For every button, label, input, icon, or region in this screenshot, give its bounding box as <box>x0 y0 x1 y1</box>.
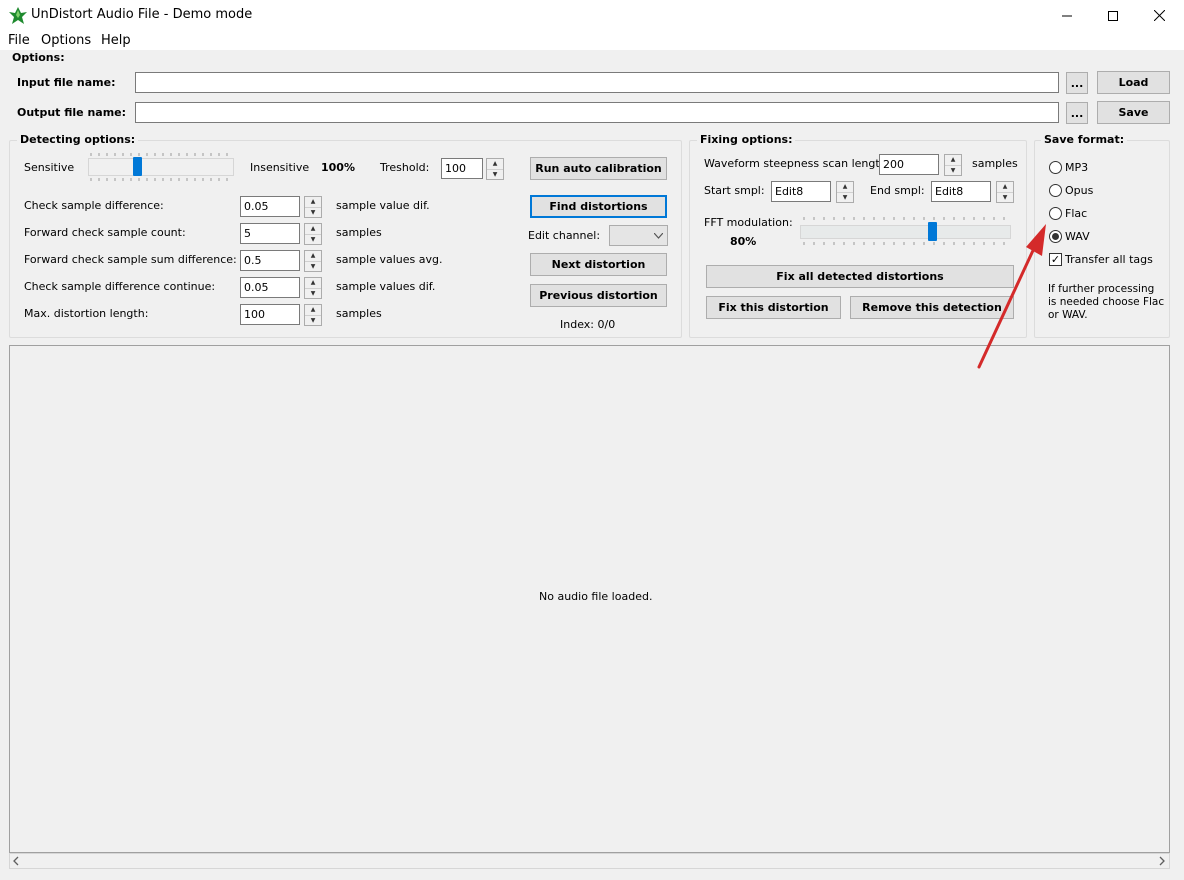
input-file-field[interactable] <box>135 72 1059 93</box>
next-distortion-button[interactable]: Next distortion <box>530 253 667 276</box>
transfer-tags-label: Transfer all tags <box>1065 253 1153 266</box>
max-length-unit: samples <box>336 307 382 320</box>
radio-mp3-label: MP3 <box>1065 161 1089 174</box>
maximize-button[interactable] <box>1090 0 1136 31</box>
check-continue-field[interactable] <box>240 277 300 298</box>
horizontal-scrollbar[interactable] <box>9 853 1170 869</box>
input-browse-button[interactable]: ... <box>1066 72 1088 94</box>
save-format-title: Save format: <box>1041 133 1128 146</box>
menu-file[interactable]: File <box>8 33 30 48</box>
find-distortions-button[interactable]: Find distortions <box>530 195 667 218</box>
minimize-button[interactable] <box>1044 0 1090 31</box>
scroll-left-icon[interactable] <box>12 856 22 866</box>
scroll-right-icon[interactable] <box>1157 856 1167 866</box>
radio-wav[interactable] <box>1049 230 1062 243</box>
edit-channel-dropdown[interactable] <box>609 225 668 246</box>
app-logo-icon <box>9 7 27 24</box>
start-smpl-spinner[interactable]: ▲ ▼ <box>836 181 854 203</box>
format-note-line-3: or WAV. <box>1048 309 1088 321</box>
index-label: Index: 0/0 <box>560 318 616 331</box>
check-continue-spinner[interactable]: ▲ ▼ <box>304 277 322 299</box>
radio-flac-label: Flac <box>1065 207 1088 220</box>
radio-opus[interactable] <box>1049 184 1062 197</box>
output-browse-button[interactable]: ... <box>1066 102 1088 124</box>
scan-length-unit: samples <box>972 157 1018 170</box>
sensitive-label: Sensitive <box>24 161 75 174</box>
fix-all-button[interactable]: Fix all detected distortions <box>706 265 1014 288</box>
forward-count-label: Forward check sample count: <box>24 226 186 239</box>
max-length-label: Max. distortion length: <box>24 307 149 320</box>
radio-flac[interactable] <box>1049 207 1062 220</box>
radio-opus-label: Opus <box>1065 184 1094 197</box>
check-sample-diff-spinner[interactable]: ▲ ▼ <box>304 196 322 218</box>
input-file-label: Input file name: <box>17 76 116 89</box>
format-note-line-1: If further processing <box>1048 283 1155 295</box>
max-length-spinner[interactable]: ▲ ▼ <box>304 304 322 326</box>
chevron-down-icon <box>654 233 663 239</box>
check-continue-unit: sample values dif. <box>336 280 436 293</box>
window-title: UnDistort Audio File - Demo mode <box>31 7 253 22</box>
format-note-line-2: is needed choose Flac <box>1048 296 1165 308</box>
end-smpl-label: End smpl: <box>870 184 925 197</box>
annotation-arrow-icon <box>977 224 1046 369</box>
treshold-field[interactable] <box>441 158 483 179</box>
radio-wav-label: WAV <box>1065 230 1090 243</box>
check-sample-diff-unit: sample value dif. <box>336 199 430 212</box>
sensitivity-slider-thumb[interactable] <box>133 157 142 176</box>
end-smpl-spinner[interactable]: ▲ ▼ <box>996 181 1014 203</box>
close-button[interactable] <box>1136 0 1182 31</box>
transfer-tags-checkbox[interactable]: ✓ <box>1049 253 1062 266</box>
sensitivity-slider-track <box>88 158 234 176</box>
menu-options[interactable]: Options <box>41 33 91 48</box>
treshold-label: Treshold: <box>380 161 430 174</box>
forward-count-field[interactable] <box>240 223 300 244</box>
previous-distortion-button[interactable]: Previous distortion <box>530 284 667 307</box>
fft-modulation-label: FFT modulation: <box>704 216 793 229</box>
save-button[interactable]: Save <box>1097 101 1170 124</box>
maximize-icon <box>1108 10 1118 21</box>
edit-channel-label: Edit channel: <box>528 229 601 242</box>
close-icon <box>1153 10 1165 21</box>
fft-slider-thumb[interactable] <box>928 222 937 241</box>
forward-sum-field[interactable] <box>240 250 300 271</box>
detecting-options-title: Detecting options: <box>17 133 139 146</box>
check-sample-diff-field[interactable] <box>240 196 300 217</box>
options-label: Options: <box>12 51 65 64</box>
treshold-spinner[interactable]: ▲ ▼ <box>486 158 504 180</box>
fixing-options-title: Fixing options: <box>697 133 796 146</box>
insensitive-label: Insensitive <box>250 161 310 174</box>
no-audio-message: No audio file loaded. <box>539 590 653 603</box>
forward-sum-unit: sample values avg. <box>336 253 443 266</box>
scan-length-field[interactable] <box>879 154 939 175</box>
menu-help[interactable]: Help <box>101 33 131 48</box>
output-file-label: Output file name: <box>17 106 127 119</box>
fix-this-button[interactable]: Fix this distortion <box>706 296 841 319</box>
max-length-field[interactable] <box>240 304 300 325</box>
sensitivity-percent: 100% <box>321 161 355 174</box>
fft-percent: 80% <box>730 235 757 248</box>
format-note: If further processing is needed choose F… <box>1048 283 1164 322</box>
forward-count-unit: samples <box>336 226 382 239</box>
run-auto-calibration-button[interactable]: Run auto calibration <box>530 157 667 180</box>
check-continue-label: Check sample difference continue: <box>24 280 216 293</box>
radio-mp3[interactable] <box>1049 161 1062 174</box>
sensitivity-slider[interactable] <box>88 152 234 182</box>
load-button[interactable]: Load <box>1097 71 1170 94</box>
forward-sum-label: Forward check sample sum difference: <box>24 253 237 266</box>
forward-count-spinner[interactable]: ▲ ▼ <box>304 223 322 245</box>
scan-length-label: Waveform steepness scan length: <box>704 157 891 170</box>
check-sample-diff-label: Check sample difference: <box>24 199 164 212</box>
start-smpl-field[interactable] <box>771 181 831 202</box>
forward-sum-spinner[interactable]: ▲ ▼ <box>304 250 322 272</box>
output-file-field[interactable] <box>135 102 1059 123</box>
start-smpl-label: Start smpl: <box>704 184 765 197</box>
end-smpl-field[interactable] <box>931 181 991 202</box>
scan-length-spinner[interactable]: ▲ ▼ <box>944 154 962 176</box>
menu-bar <box>0 31 1184 50</box>
minimize-icon <box>1062 15 1072 16</box>
